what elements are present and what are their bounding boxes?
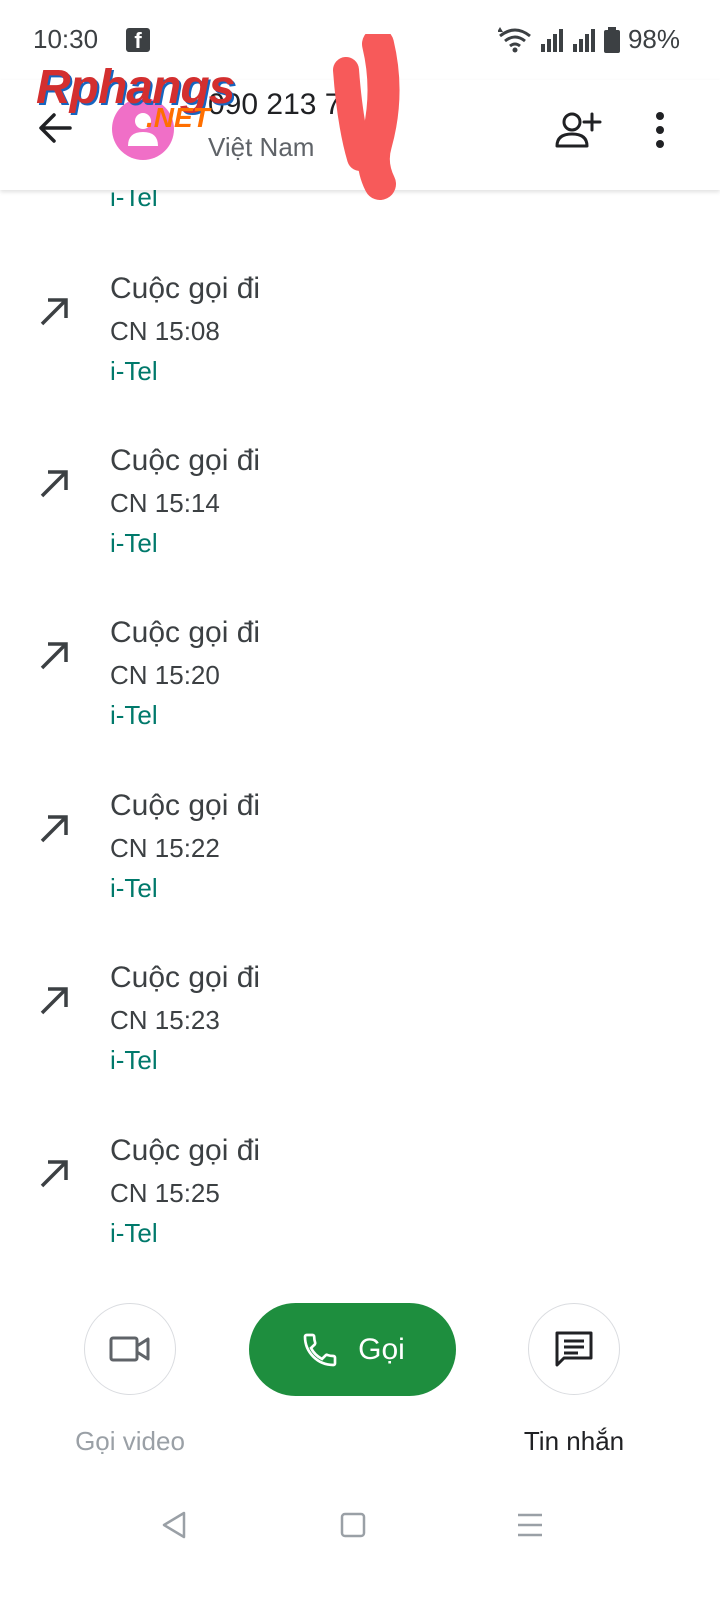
call-item: Cuộc gọi đi CN 15:25 i-Tel xyxy=(0,1134,720,1290)
call-type: Cuộc gọi đi xyxy=(110,616,261,649)
phone-icon xyxy=(303,1333,337,1366)
call-item: Cuộc gọi đi CN 15:08 i-Tel xyxy=(0,272,720,444)
status-icons: 98% xyxy=(497,24,680,55)
call-sim: i-Tel xyxy=(110,873,158,903)
contact-country: Việt Nam xyxy=(208,132,315,162)
facebook-notification-icon: f xyxy=(126,28,150,53)
outgoing-call-icon xyxy=(40,815,68,843)
battery-percent: 98% xyxy=(627,24,680,54)
call-button-label: Gọi xyxy=(358,1332,405,1366)
call-time: CN 15:20 xyxy=(110,660,220,690)
call-type: Cuộc gọi đi xyxy=(110,961,261,994)
call-sim: i-Tel xyxy=(110,1218,158,1248)
outgoing-call-icon xyxy=(40,1160,68,1188)
more-options-button[interactable] xyxy=(640,106,680,154)
call-type: Cuộc gọi đi xyxy=(110,444,261,477)
message-label: Tin nhắn xyxy=(523,1426,625,1456)
signal-icon-2 xyxy=(572,28,595,52)
nav-home-icon[interactable] xyxy=(340,1512,366,1538)
call-type: Cuộc gọi đi xyxy=(110,272,261,305)
status-time: 10:30 xyxy=(33,24,99,54)
call-item: Cuộc gọi đi CN 15:22 i-Tel xyxy=(0,789,720,961)
video-call-label: Gọi video xyxy=(75,1426,185,1456)
wifi-icon xyxy=(497,26,531,52)
call-item: Cuộc gọi đi CN 15:23 i-Tel xyxy=(0,961,720,1133)
call-item: Cuộc gọi đi CN 15:14 i-Tel xyxy=(0,444,720,616)
call-sim: i-Tel xyxy=(110,528,158,558)
message-icon xyxy=(555,1331,593,1367)
person-add-icon xyxy=(555,112,602,148)
outgoing-call-icon xyxy=(40,470,68,498)
call-sim: i-Tel xyxy=(110,1045,158,1075)
nav-back-icon[interactable] xyxy=(160,1510,188,1540)
call-type: Cuộc gọi đi xyxy=(110,789,261,822)
videocam-icon xyxy=(109,1336,150,1362)
call-item: Cuộc gọi đi CN 15:20 i-Tel xyxy=(0,616,720,788)
more-vert-icon xyxy=(656,112,664,148)
outgoing-call-icon xyxy=(40,298,68,326)
add-contact-button[interactable] xyxy=(554,106,602,154)
signal-icon-1 xyxy=(540,28,563,52)
call-sim: i-Tel xyxy=(110,700,158,730)
outgoing-call-icon xyxy=(40,987,68,1015)
app-bar: 090 213 7 Việt Nam Rphangs .NET xyxy=(0,34,720,200)
call-time: CN 15:08 xyxy=(110,316,220,346)
call-time: CN 15:25 xyxy=(110,1178,220,1208)
battery-icon xyxy=(603,26,620,53)
call-type: Cuộc gọi đi xyxy=(110,1134,261,1167)
call-sim-partial: i-Tel xyxy=(110,190,158,212)
system-nav-bar xyxy=(0,1480,720,1600)
call-history-list[interactable]: i-Tel Cuộc gọi đi CN 15:08 i-Tel Cuộc gọ… xyxy=(0,190,720,1290)
video-call-button[interactable] xyxy=(84,1303,176,1395)
call-time: CN 15:22 xyxy=(110,833,220,863)
call-sim: i-Tel xyxy=(110,356,158,386)
watermark-logo-suffix: .NET xyxy=(146,102,210,133)
message-button[interactable] xyxy=(528,1303,620,1395)
call-time: CN 15:14 xyxy=(110,488,220,518)
outgoing-call-icon xyxy=(40,642,68,670)
redaction-mark xyxy=(333,34,400,200)
nav-menu-icon[interactable] xyxy=(516,1512,544,1538)
call-button[interactable]: Gọi xyxy=(249,1303,456,1396)
call-time: CN 15:23 xyxy=(110,1005,220,1035)
